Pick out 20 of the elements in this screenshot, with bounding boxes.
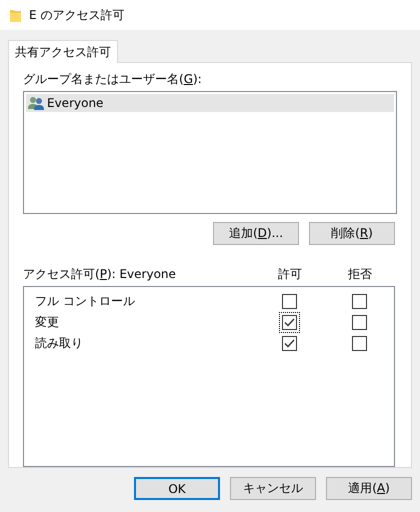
- checkbox[interactable]: [278, 312, 300, 333]
- window-title: E のアクセス許可: [29, 6, 124, 24]
- user-item[interactable]: Everyone: [26, 94, 394, 112]
- group-label: グループ名またはユーザー名(G):: [23, 71, 203, 88]
- column-header: 許可: [277, 266, 303, 283]
- folder-icon: [10, 8, 21, 22]
- dialog-button[interactable]: キャンセル: [230, 477, 316, 500]
- dialog-button[interactable]: 適用(A): [326, 477, 412, 500]
- permission-name: フル コントロール: [34, 293, 136, 310]
- action-button[interactable]: 削除(R): [309, 222, 395, 245]
- action-button[interactable]: 追加(D)...: [213, 222, 299, 245]
- permissions-label: アクセス許可(P): Everyone: [23, 266, 177, 283]
- dialog-button[interactable]: OK: [134, 477, 220, 500]
- column-header: 拒否: [347, 266, 373, 283]
- users-icon: [28, 96, 44, 110]
- tab[interactable]: 共有アクセス許可: [8, 40, 118, 63]
- checkmark-icon: [284, 318, 294, 327]
- checkmark-icon: [284, 339, 294, 348]
- permission-name: 読み取り: [34, 335, 84, 352]
- permission-name: 変更: [34, 314, 60, 331]
